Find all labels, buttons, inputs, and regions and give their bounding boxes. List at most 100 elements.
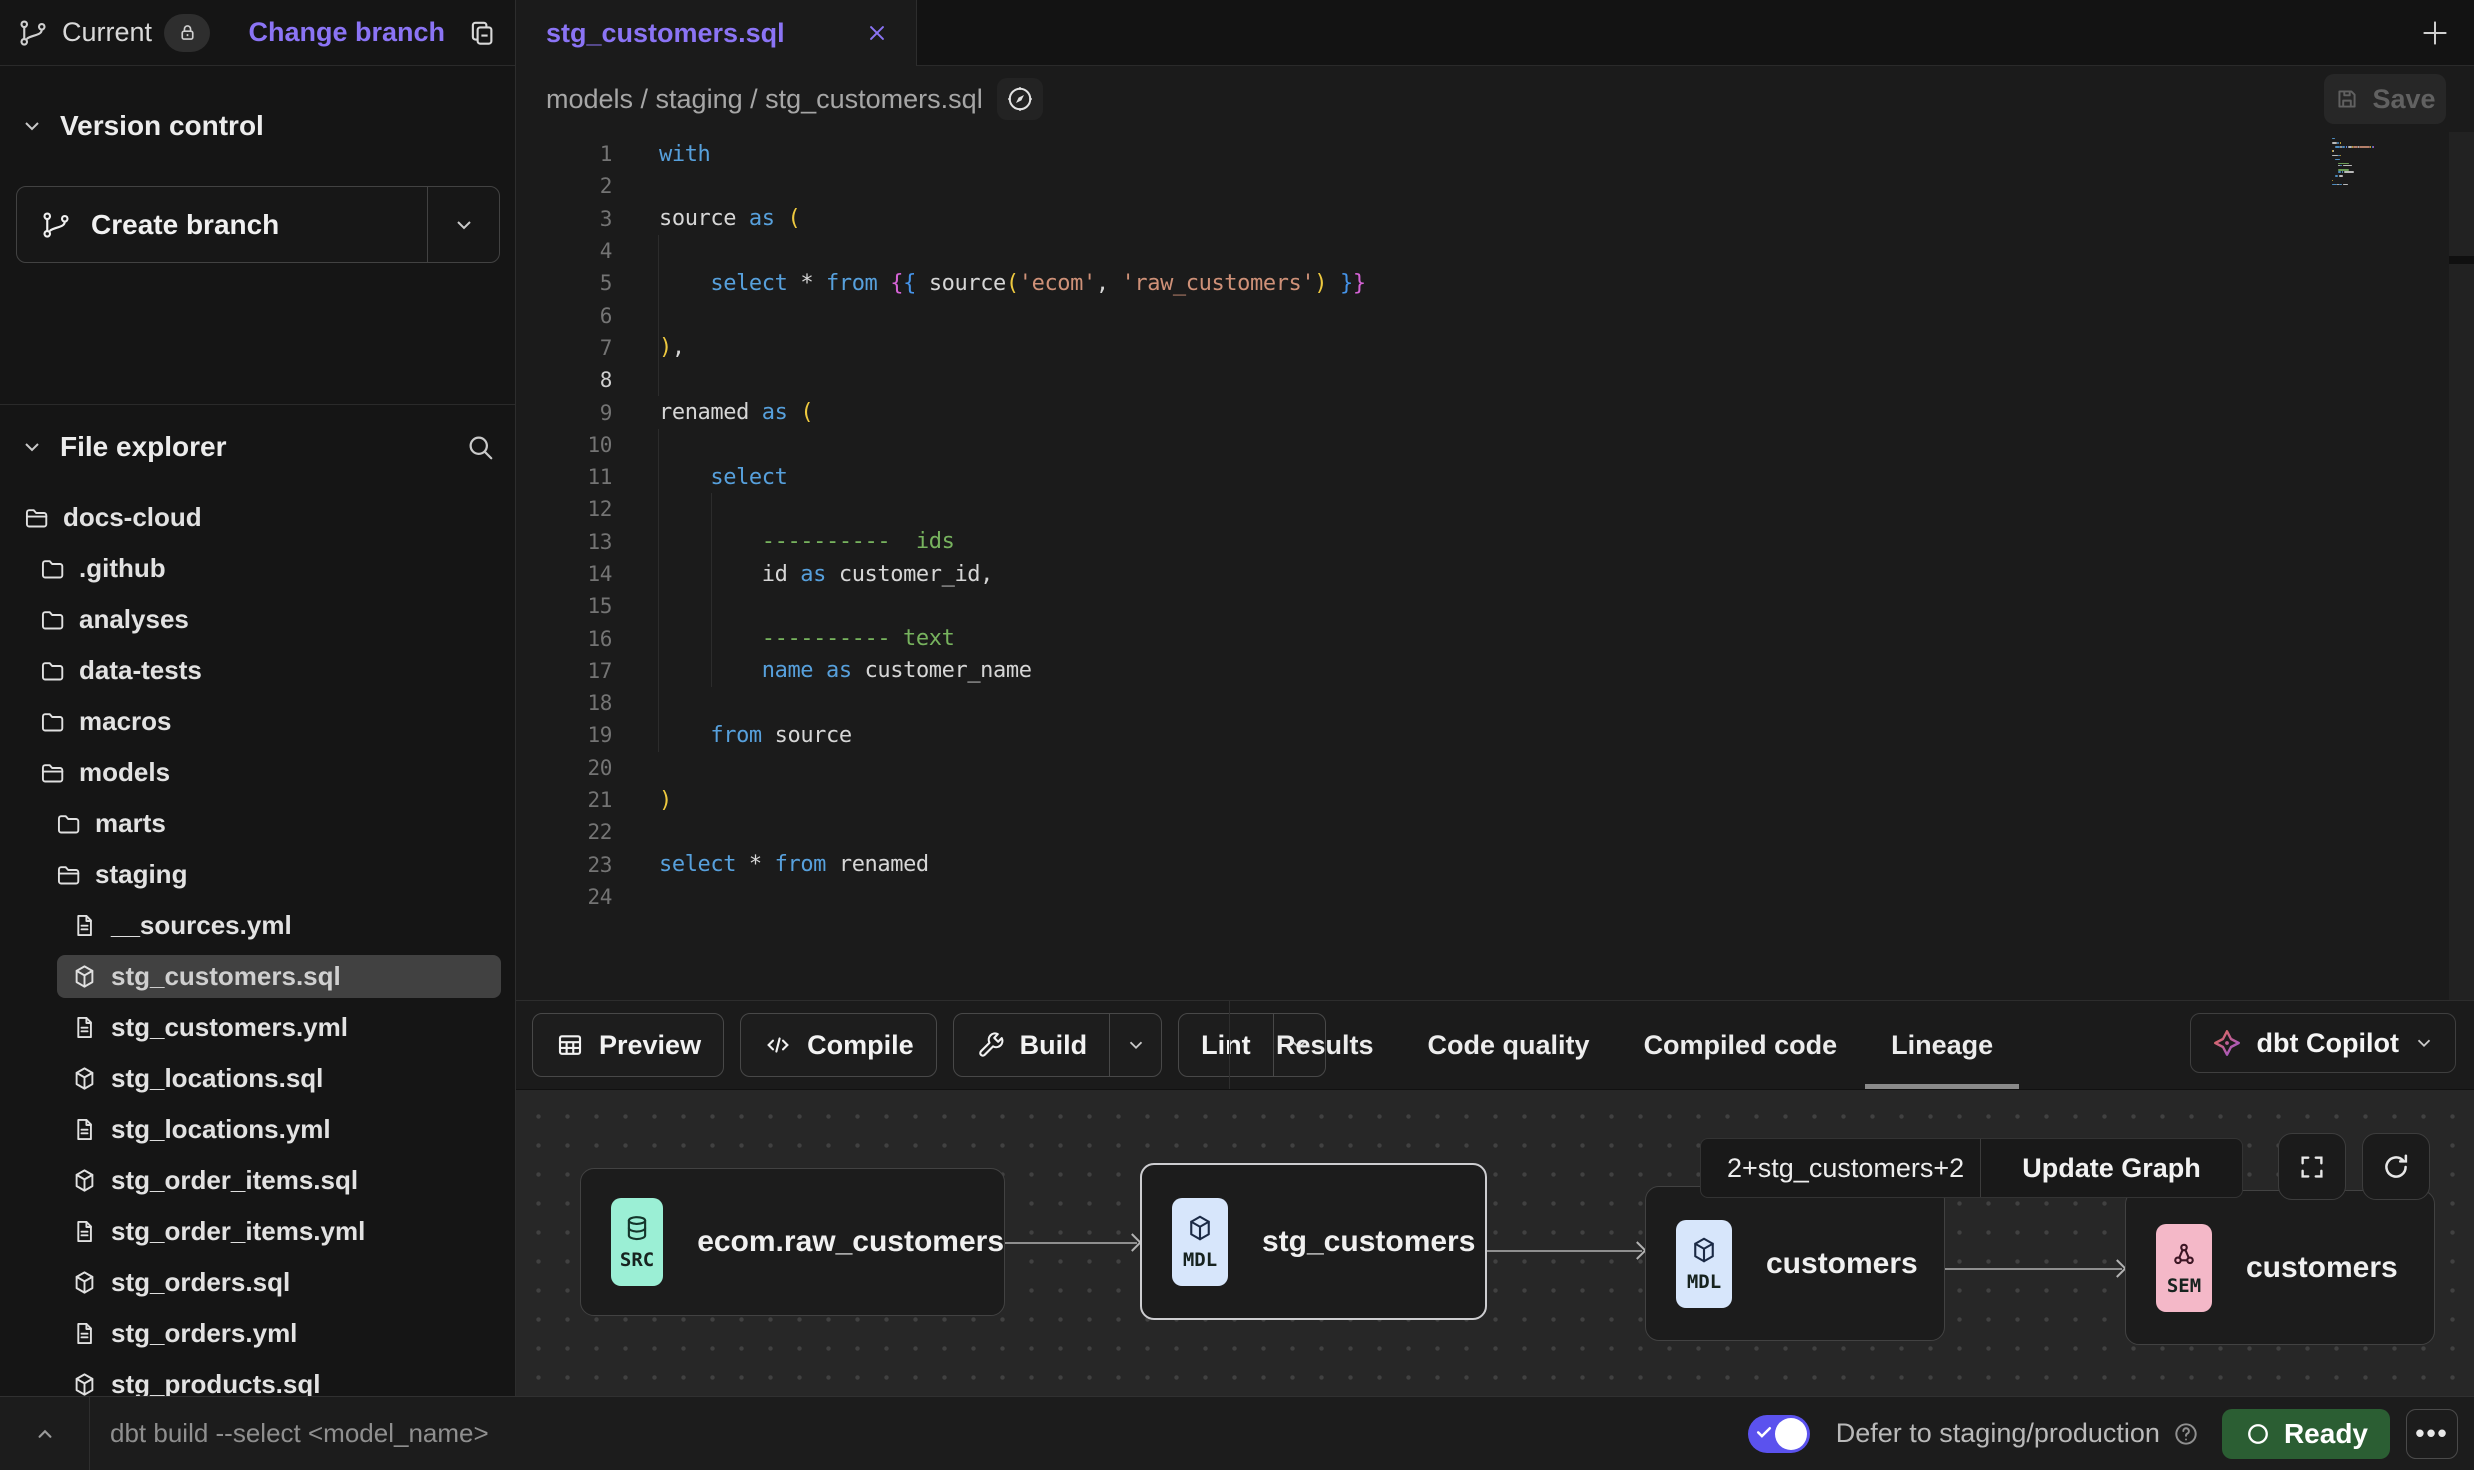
- tree-item-stg-locations-yml[interactable]: stg_locations.yml: [0, 1104, 515, 1155]
- tree-item-stg-customers-yml[interactable]: stg_customers.yml: [0, 1002, 515, 1053]
- panel-tab-results[interactable]: Results: [1272, 1001, 1378, 1089]
- defer-toggle[interactable]: [1748, 1415, 1810, 1453]
- create-branch-button[interactable]: Create branch: [16, 186, 500, 263]
- table-icon: [555, 1030, 585, 1060]
- code-editor[interactable]: 1with23source as (45 select * from {{ so…: [516, 132, 2474, 1000]
- close-icon[interactable]: [864, 20, 890, 46]
- code-line-4[interactable]: 4: [516, 235, 2474, 267]
- collapse-terminal-button[interactable]: [0, 1397, 90, 1470]
- build-label: Build: [1020, 1030, 1088, 1061]
- tree-item-label: stg_locations.sql: [111, 1063, 323, 1094]
- panel-tab-code-quality[interactable]: Code quality: [1424, 1001, 1594, 1089]
- ready-label: Ready: [2284, 1418, 2368, 1450]
- lineage-edge-arrow: [1005, 1242, 1137, 1244]
- change-branch-link[interactable]: Change branch: [248, 17, 445, 48]
- toolbar-divider: [1229, 1001, 1230, 1089]
- build-button[interactable]: Build: [953, 1013, 1163, 1077]
- code-line-5[interactable]: 5 select * from {{ source('ecom', 'raw_c…: [516, 267, 2474, 299]
- lineage-selector-input[interactable]: 2+stg_customers+2: [1701, 1139, 1980, 1197]
- update-graph-button[interactable]: Update Graph: [1980, 1139, 2242, 1197]
- fullscreen-icon: [2297, 1152, 2327, 1182]
- code-line-1[interactable]: 1with: [516, 138, 2474, 170]
- code-line-12[interactable]: 12: [516, 493, 2474, 525]
- sidebar: Current Change branch Version control Cr…: [0, 0, 516, 1396]
- new-tab-icon[interactable]: [2418, 16, 2452, 50]
- tree-item-data-tests[interactable]: data-tests: [0, 645, 515, 696]
- compile-button[interactable]: Compile: [740, 1013, 937, 1077]
- tree-item-macros[interactable]: macros: [0, 696, 515, 747]
- tab-stg-customers[interactable]: stg_customers.sql: [516, 0, 917, 66]
- tree-item-stg-orders-sql[interactable]: stg_orders.sql: [0, 1257, 515, 1308]
- minimap[interactable]: [2332, 138, 2394, 188]
- code-line-19[interactable]: 19 from source: [516, 719, 2474, 751]
- refresh-button[interactable]: [2362, 1133, 2430, 1200]
- search-icon[interactable]: [465, 432, 495, 462]
- chevron-up-icon: [32, 1421, 58, 1447]
- code-line-3[interactable]: 3source as (: [516, 203, 2474, 235]
- code-line-18[interactable]: 18: [516, 687, 2474, 719]
- code-lines[interactable]: 1with23source as (45 select * from {{ so…: [516, 138, 2474, 913]
- line-number: 8: [516, 368, 612, 392]
- code-line-14[interactable]: 14 id as customer_id,: [516, 558, 2474, 590]
- code-line-10[interactable]: 10: [516, 429, 2474, 461]
- code-line-24[interactable]: 24: [516, 881, 2474, 913]
- lineage-node-stg-customers[interactable]: MDLstg_customers: [1140, 1163, 1487, 1320]
- code-line-9[interactable]: 9renamed as (: [516, 396, 2474, 428]
- node-label: ecom.raw_customers: [697, 1225, 1004, 1259]
- code-line-23[interactable]: 23select * from renamed: [516, 849, 2474, 881]
- editor-scrollbar[interactable]: [2449, 132, 2474, 1000]
- tree-item-stg-products-sql[interactable]: stg_products.sql: [0, 1359, 515, 1396]
- tree-item-stg-orders-yml[interactable]: stg_orders.yml: [0, 1308, 515, 1359]
- code-line-13[interactable]: 13 ---------- ids: [516, 526, 2474, 558]
- tree-item-label: stg_products.sql: [111, 1369, 320, 1396]
- copilot-label: dbt Copilot: [2257, 1028, 2399, 1059]
- lineage-node-customers[interactable]: SEMcustomers: [2125, 1190, 2435, 1345]
- code-line-22[interactable]: 22: [516, 816, 2474, 848]
- lineage-node-customers[interactable]: MDLcustomers: [1645, 1186, 1945, 1341]
- version-control-header[interactable]: Version control: [0, 99, 515, 153]
- fullscreen-button[interactable]: [2278, 1133, 2346, 1200]
- tree-item-stg-locations-sql[interactable]: stg_locations.sql: [0, 1053, 515, 1104]
- save-button[interactable]: Save: [2324, 74, 2446, 124]
- explore-compass-button[interactable]: [997, 78, 1043, 120]
- code-line-2[interactable]: 2: [516, 170, 2474, 202]
- dbt-copilot-button[interactable]: dbt Copilot: [2190, 1013, 2456, 1073]
- tree-item--sources-yml[interactable]: __sources.yml: [0, 900, 515, 951]
- create-branch-dropdown[interactable]: [427, 187, 499, 262]
- code-line-6[interactable]: 6: [516, 299, 2474, 331]
- tree-item-stg-order-items-sql[interactable]: stg_order_items.sql: [0, 1155, 515, 1206]
- code-line-17[interactable]: 17 name as customer_name: [516, 655, 2474, 687]
- panel-tab-lineage[interactable]: Lineage: [1887, 1001, 1997, 1089]
- tree-item--github[interactable]: .github: [0, 543, 515, 594]
- code-line-15[interactable]: 15: [516, 590, 2474, 622]
- code-line-8[interactable]: 8: [516, 364, 2474, 396]
- line-number: 14: [516, 562, 612, 586]
- tree-item-analyses[interactable]: analyses: [0, 594, 515, 645]
- code-line-16[interactable]: 16 ---------- text: [516, 622, 2474, 654]
- code-line-21[interactable]: 21): [516, 784, 2474, 816]
- tree-item-staging[interactable]: staging: [0, 849, 515, 900]
- model-cube-icon: [71, 1167, 98, 1194]
- lineage-node-ecom-raw-customers[interactable]: SRCecom.raw_customers: [580, 1168, 1005, 1316]
- help-icon[interactable]: [2172, 1420, 2200, 1448]
- tree-item-stg-customers-sql[interactable]: stg_customers.sql: [0, 951, 515, 1002]
- ready-status-button[interactable]: Ready: [2222, 1409, 2390, 1459]
- line-content: renamed as (: [612, 400, 2449, 425]
- lineage-canvas[interactable]: 2+stg_customers+2 Update Graph SRCecom.r…: [516, 1090, 2474, 1396]
- more-options-button[interactable]: •••: [2406, 1409, 2458, 1459]
- command-input[interactable]: dbt build --select <model_name>: [110, 1418, 489, 1449]
- line-content: ): [612, 788, 2449, 813]
- code-line-11[interactable]: 11 select: [516, 461, 2474, 493]
- copy-icon[interactable]: [467, 18, 497, 48]
- code-line-7[interactable]: 7),: [516, 332, 2474, 364]
- file-explorer-header[interactable]: File explorer: [0, 420, 515, 474]
- tree-item-docs-cloud[interactable]: docs-cloud: [0, 492, 515, 543]
- build-dropdown[interactable]: [1109, 1014, 1161, 1076]
- code-line-20[interactable]: 20: [516, 752, 2474, 784]
- tree-item-marts[interactable]: marts: [0, 798, 515, 849]
- preview-button[interactable]: Preview: [532, 1013, 724, 1077]
- tree-item-stg-order-items-yml[interactable]: stg_order_items.yml: [0, 1206, 515, 1257]
- version-control-title: Version control: [60, 110, 264, 142]
- panel-tab-compiled-code[interactable]: Compiled code: [1640, 1001, 1842, 1089]
- tree-item-models[interactable]: models: [0, 747, 515, 798]
